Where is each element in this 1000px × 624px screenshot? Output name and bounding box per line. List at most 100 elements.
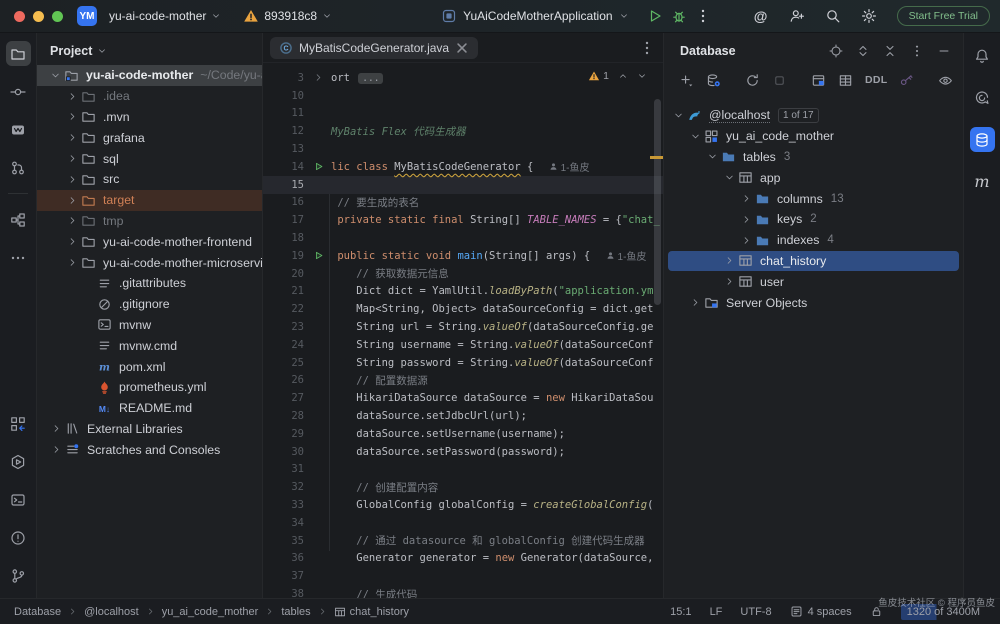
project-tree-item-src[interactable]: src xyxy=(37,169,262,190)
chevron-right-icon[interactable] xyxy=(64,213,80,229)
problems-tool-button[interactable] xyxy=(6,525,31,550)
code-line-29[interactable]: 29 dataSource.setUsername(username); xyxy=(263,425,663,443)
code-line-37[interactable]: 37 xyxy=(263,567,663,585)
search-everywhere-button[interactable] xyxy=(821,4,845,28)
project-tree-item-yu-ai-code-mother-microservice[interactable]: yu-ai-code-mother-microservice xyxy=(37,252,262,273)
vcs-widget[interactable]: 893918c8 xyxy=(243,8,332,24)
plus-button[interactable] xyxy=(679,73,694,88)
code-line-19[interactable]: 19 public static void main(String[] args… xyxy=(263,247,663,265)
more-run-actions-button[interactable] xyxy=(691,4,715,28)
chevron-right-icon[interactable] xyxy=(721,274,737,290)
breadcrumb-tables[interactable]: tables xyxy=(281,606,310,618)
project-tree-item-tmp[interactable]: tmp xyxy=(37,211,262,232)
breadcrumb-chat-history[interactable]: chat_history xyxy=(334,606,409,618)
code-line-12[interactable]: 12 MyBatis Flex 代码生成器 xyxy=(263,122,663,140)
structure-tool-button[interactable] xyxy=(6,207,31,232)
settings-button[interactable] xyxy=(857,4,881,28)
notifications-tool-button[interactable] xyxy=(970,43,995,68)
eye-button[interactable] xyxy=(938,73,953,88)
code-line-16[interactable]: 16 // 要生成的表名 xyxy=(263,194,663,212)
console-button[interactable] xyxy=(811,73,826,88)
code-line-31[interactable]: 31 xyxy=(263,461,663,479)
version-control-tool-button[interactable] xyxy=(6,563,31,588)
project-tree-item-target[interactable]: target xyxy=(37,189,262,211)
chevron-right-icon[interactable] xyxy=(64,109,80,125)
run-button[interactable] xyxy=(643,4,667,28)
maximize-window-button[interactable] xyxy=(52,10,63,22)
fold-toggle[interactable] xyxy=(309,72,327,83)
editor-tab-mybatiscodegenerator[interactable]: C MyBatisCodeGenerator.java xyxy=(270,36,479,59)
chevron-right-icon[interactable] xyxy=(64,234,80,250)
database-tree-item-chat-history[interactable]: chat_history xyxy=(668,250,959,272)
author-inlay-hint[interactable]: 1-鱼皮 xyxy=(606,248,646,263)
chevron-down-icon[interactable] xyxy=(704,149,720,165)
locate-button[interactable] xyxy=(829,44,843,58)
chevron-right-icon[interactable] xyxy=(738,211,754,227)
editor-scrollbar[interactable] xyxy=(654,99,661,305)
code-line-34[interactable]: 34 xyxy=(263,514,663,532)
status-lf[interactable]: LF xyxy=(710,606,723,618)
code-line-25[interactable]: 25 String password = String.valueOf(data… xyxy=(263,354,663,372)
tab-options-kebab-icon[interactable] xyxy=(639,40,655,56)
code-line-10[interactable]: 10 xyxy=(263,87,663,105)
code-line-27[interactable]: 27 HikariDataSource dataSource = new Hik… xyxy=(263,389,663,407)
code-line-14[interactable]: 14 lic class MyBatisCodeGenerator { 1-鱼皮 xyxy=(263,158,663,176)
project-tree-item-mvnw-cmd[interactable]: mvnw.cmd xyxy=(37,335,262,356)
close-icon[interactable] xyxy=(455,41,469,55)
breadcrumb-database[interactable]: Database xyxy=(14,606,61,618)
chevron-right-icon[interactable] xyxy=(64,88,80,104)
preview-tool-button[interactable] xyxy=(6,117,31,142)
code-line-33[interactable]: 33 GlobalConfig globalConfig = createGlo… xyxy=(263,496,663,514)
chevron-right-icon[interactable] xyxy=(64,151,80,167)
ddl-button[interactable]: DDL xyxy=(865,74,887,86)
project-tree-item-yu-ai-code-mother[interactable]: yu-ai-code-mother ~/Code/yu-ai-coc xyxy=(37,65,262,86)
code-line-11[interactable]: 11 xyxy=(263,105,663,123)
status-1320-of-3400m[interactable]: 1320 of 3400M xyxy=(900,603,986,620)
debug-button[interactable] xyxy=(667,4,691,28)
project-tree-item-gitattributes[interactable]: .gitattributes xyxy=(37,273,262,294)
chevron-right-icon[interactable] xyxy=(64,171,80,187)
chevron-down-icon[interactable] xyxy=(670,107,686,123)
code-editor[interactable]: 3 ort ... 10 11 12 MyBatis Flex 代码生成器 13 14 lic … xyxy=(263,63,663,598)
project-tree-item-prometheus-yml[interactable]: prometheus.yml xyxy=(37,377,262,398)
stop-button[interactable] xyxy=(772,73,787,88)
project-tree-item-yu-ai-code-mother-frontend[interactable]: yu-ai-code-mother-frontend xyxy=(37,231,262,252)
project-tree-item-mvnw[interactable]: mvnw xyxy=(37,315,262,336)
code-line-15[interactable]: 15 xyxy=(263,175,663,194)
breadcrumb-yu-ai-code-mother[interactable]: yu_ai_code_mother xyxy=(162,606,259,618)
database-tree-item-localhost[interactable]: @localhost 1 of 17 xyxy=(664,105,963,126)
ai-assistant-tool-button[interactable] xyxy=(970,85,995,110)
ai-assistant-button[interactable]: @ xyxy=(749,4,773,28)
datasource-props-button[interactable] xyxy=(706,73,721,88)
chevron-right-icon[interactable] xyxy=(738,232,754,248)
chevron-right-icon[interactable] xyxy=(687,295,703,311)
run-configuration-widget[interactable]: YuAiCodeMotherApplication xyxy=(441,8,628,24)
project-tree-item-external-libraries[interactable]: External Libraries xyxy=(37,419,262,440)
previous-problem-icon[interactable] xyxy=(618,71,628,81)
code-line-36[interactable]: 36 Generator generator = new Generator(d… xyxy=(263,550,663,568)
project-tree-item-gitignore[interactable]: .gitignore xyxy=(37,294,262,315)
database-tree-item-indexes[interactable]: indexes 4 xyxy=(664,230,963,251)
chevron-down-icon[interactable] xyxy=(47,67,63,83)
chevron-right-icon[interactable] xyxy=(48,442,64,458)
code-line-30[interactable]: 30 dataSource.setPassword(password); xyxy=(263,443,663,461)
terminal-tool-button[interactable] xyxy=(6,487,31,512)
status-15-1[interactable]: 15:1 xyxy=(670,606,691,618)
commit-tool-button[interactable] xyxy=(6,79,31,104)
project-tree-item-scratches-and-consoles[interactable]: Scratches and Consoles xyxy=(37,439,262,460)
minimize-window-button[interactable] xyxy=(33,10,44,22)
project-tree-item-idea[interactable]: .idea xyxy=(37,86,262,107)
chevron-right-icon[interactable] xyxy=(738,191,754,207)
code-line-17[interactable]: 17 private static final String[] TABLE_N… xyxy=(263,211,663,229)
kebab-button[interactable] xyxy=(910,44,924,58)
key-button[interactable] xyxy=(899,73,914,88)
project-tree-item-grafana[interactable]: grafana xyxy=(37,127,262,148)
project-tree-item-readme-md[interactable]: M↓ README.md xyxy=(37,398,262,419)
expand-all-button[interactable] xyxy=(856,44,870,58)
database-tree-item-columns[interactable]: columns 13 xyxy=(664,188,963,209)
code-line-21[interactable]: 21 Dict dict = YamlUtil.loadByPath("appl… xyxy=(263,283,663,301)
code-line-32[interactable]: 32 // 创建配置内容 xyxy=(263,478,663,496)
refresh-button[interactable] xyxy=(745,73,760,88)
run-tool-button[interactable] xyxy=(6,449,31,474)
chevron-down-icon[interactable] xyxy=(721,170,737,186)
